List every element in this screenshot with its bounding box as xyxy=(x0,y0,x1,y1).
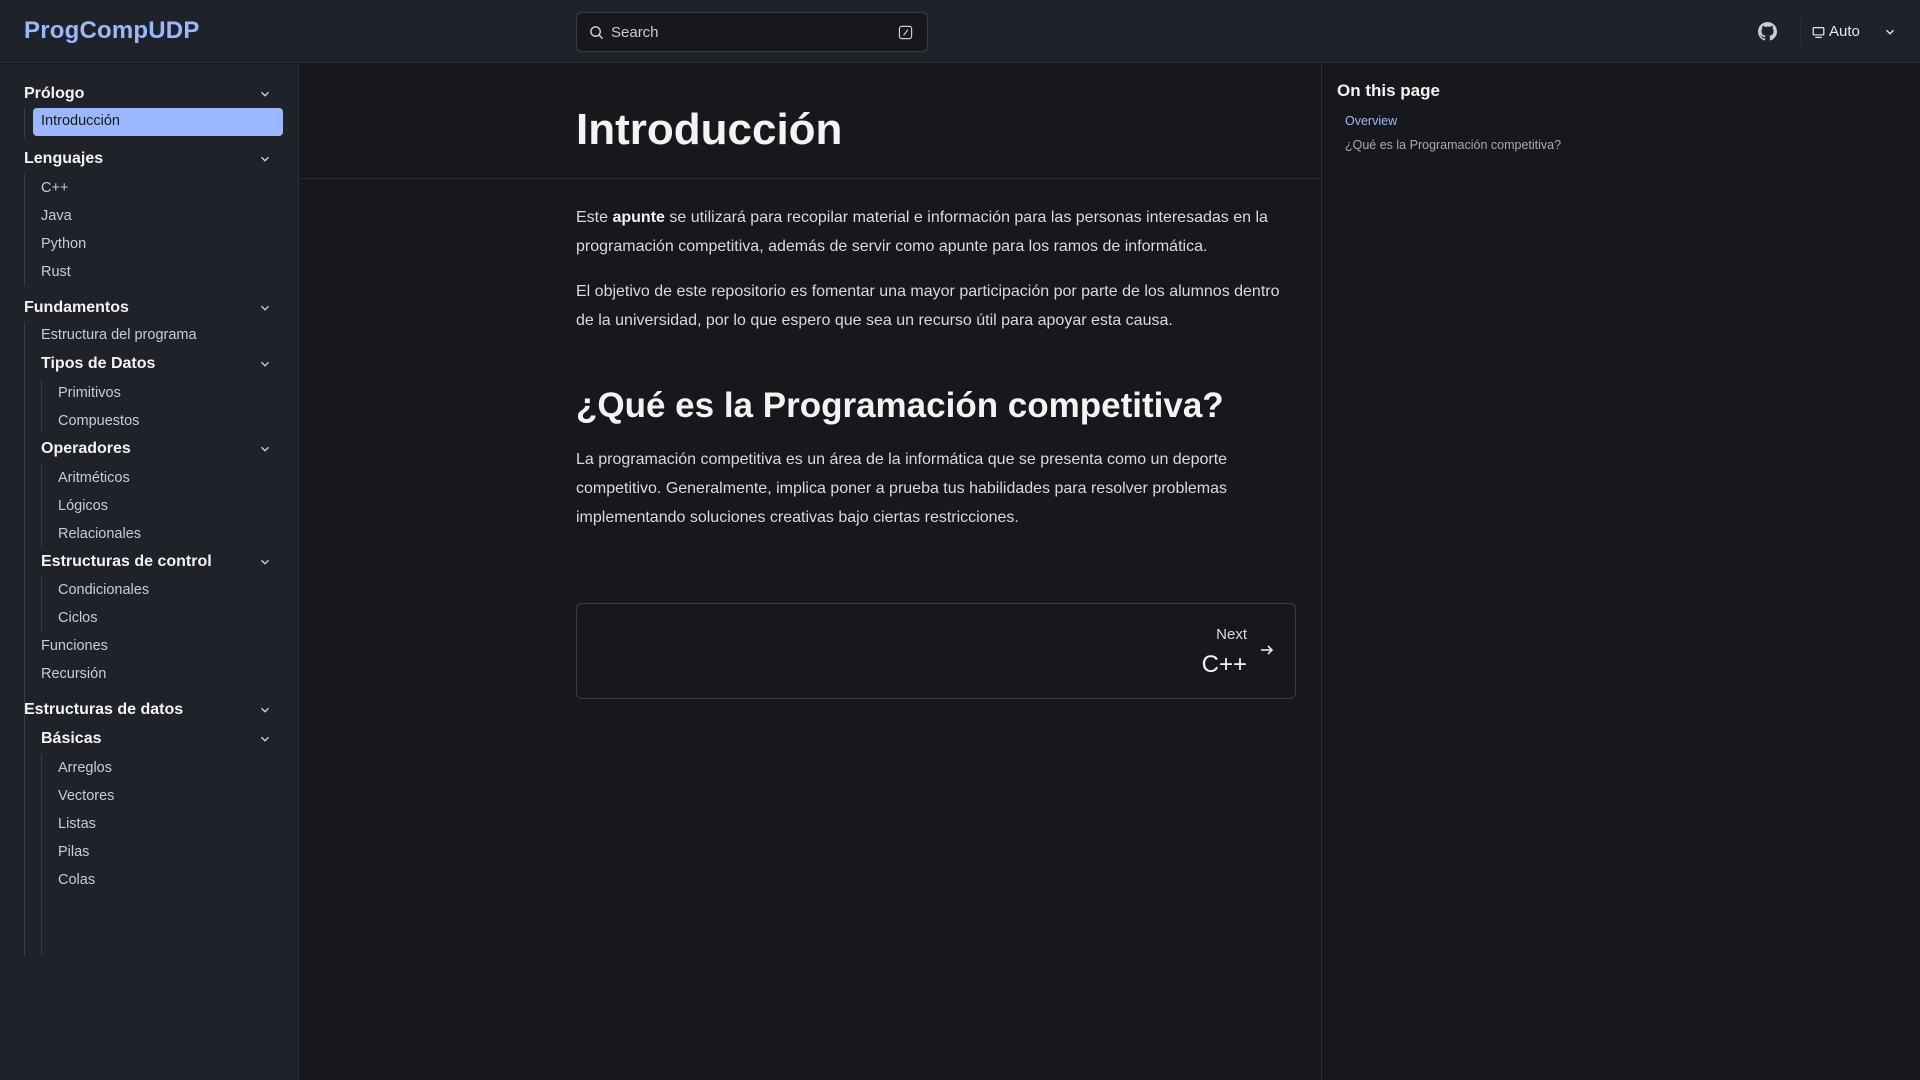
monitor-icon xyxy=(1812,27,1825,38)
sidebar-nav: Prólogo Introducción Lenguajes C++ Java … xyxy=(0,64,299,1080)
sidebar-item-recursion[interactable]: Recursión xyxy=(41,666,106,682)
tree-guide xyxy=(24,174,25,286)
toc-item-que-es[interactable]: ¿Qué es la Programación competitiva? xyxy=(1345,138,1561,152)
toc-title: On this page xyxy=(1337,81,1440,100)
sidebar-item-primitivos[interactable]: Primitivos xyxy=(58,385,121,401)
search-box[interactable]: Search xyxy=(576,12,928,52)
tree-guide xyxy=(41,754,42,956)
sidebar-subcategory-estructuras-control[interactable]: Estructuras de control xyxy=(41,553,212,571)
section-heading: ¿Qué es la Programación competitiva? xyxy=(576,386,1224,425)
page-title: Introducción xyxy=(576,105,843,154)
chevron-down-icon xyxy=(1886,29,1894,35)
sidebar-item-compuestos[interactable]: Compuestos xyxy=(58,413,139,429)
title-divider xyxy=(300,178,1320,179)
sidebar-item-listas[interactable]: Listas xyxy=(58,816,96,832)
theme-label: Auto xyxy=(1829,23,1860,40)
sidebar-item-logicos[interactable]: Lógicos xyxy=(58,498,108,514)
chevron-down-icon[interactable] xyxy=(258,87,272,101)
theme-switcher[interactable]: Auto xyxy=(1800,18,1904,46)
intro-paragraph-rest: se utilizará para recopilar material e i… xyxy=(576,209,1268,255)
tree-guide xyxy=(41,464,42,546)
chevron-down-icon[interactable] xyxy=(258,703,272,717)
next-label: Next xyxy=(1216,626,1247,643)
sidebar-item-vectores[interactable]: Vectores xyxy=(58,788,114,804)
intro-paragraph: Este apunte se utilizará para recopilar … xyxy=(576,203,1296,261)
search-placeholder: Search xyxy=(611,24,659,41)
sidebar-subcategory-tipos-datos[interactable]: Tipos de Datos xyxy=(41,355,155,373)
sidebar-item-ciclos[interactable]: Ciclos xyxy=(58,610,97,626)
sidebar-item-estructura-programa[interactable]: Estructura del programa xyxy=(41,327,197,343)
sidebar-item-python[interactable]: Python xyxy=(41,236,86,252)
sidebar-item-colas[interactable]: Colas xyxy=(58,872,95,888)
intro-paragraph-lead: Este xyxy=(576,209,613,226)
sidebar-subcategory-basicas[interactable]: Básicas xyxy=(41,730,102,748)
intro-paragraph-bold: apunte xyxy=(612,209,665,226)
arrow-right-icon xyxy=(1261,645,1274,655)
tree-guide xyxy=(24,322,25,748)
table-of-contents: On this page Overview ¿Qué es la Program… xyxy=(1321,64,1920,1080)
sidebar-item-java[interactable]: Java xyxy=(41,208,72,224)
sidebar-category-lenguajes[interactable]: Lenguajes xyxy=(24,150,103,168)
next-page-title: C++ xyxy=(1201,651,1247,678)
sidebar-item-introduccion[interactable]: Introducción xyxy=(33,108,283,136)
sidebar-subcategory-operadores[interactable]: Operadores xyxy=(41,440,131,458)
chevron-down-icon[interactable] xyxy=(258,152,272,166)
sidebar-item-arreglos[interactable]: Arreglos xyxy=(58,760,112,776)
chevron-down-icon[interactable] xyxy=(258,442,272,456)
objective-paragraph: El objetivo de este repositorio es fomen… xyxy=(576,283,1280,329)
sidebar-item-cpp[interactable]: C++ xyxy=(41,180,68,196)
sidebar-item-relacionales[interactable]: Relacionales xyxy=(58,526,141,542)
tree-guide xyxy=(41,379,42,433)
sidebar-item-aritmeticos[interactable]: Aritméticos xyxy=(58,470,130,486)
section-paragraph: La programación competitiva es un área d… xyxy=(576,451,1228,526)
keyboard-shortcut-icon xyxy=(898,25,913,40)
toc-item-overview[interactable]: Overview xyxy=(1345,114,1397,128)
sidebar-category-prologo[interactable]: Prólogo xyxy=(24,85,84,103)
sidebar-item-rust[interactable]: Rust xyxy=(41,264,71,280)
chevron-down-icon[interactable] xyxy=(258,357,272,371)
next-page-link[interactable]: Next C++ xyxy=(576,603,1296,699)
sidebar-item-funciones[interactable]: Funciones xyxy=(41,638,108,654)
top-header: ProgCompUDP Search Auto xyxy=(0,0,1920,63)
tree-guide xyxy=(41,577,42,631)
chevron-down-icon[interactable] xyxy=(258,301,272,315)
github-icon[interactable] xyxy=(1758,22,1777,41)
tree-guide xyxy=(24,108,25,138)
main-content: Introducción Este apunte se utilizará pa… xyxy=(300,64,1320,1080)
chevron-down-icon[interactable] xyxy=(258,555,272,569)
sidebar-category-estructuras-datos[interactable]: Estructuras de datos xyxy=(24,701,183,719)
sidebar-category-fundamentos[interactable]: Fundamentos xyxy=(24,299,129,317)
search-icon xyxy=(590,26,604,40)
site-brand[interactable]: ProgCompUDP xyxy=(24,17,200,45)
chevron-down-icon[interactable] xyxy=(258,732,272,746)
tree-guide xyxy=(24,724,25,956)
sidebar-item-pilas[interactable]: Pilas xyxy=(58,844,89,860)
sidebar-item-condicionales[interactable]: Condicionales xyxy=(58,582,149,598)
